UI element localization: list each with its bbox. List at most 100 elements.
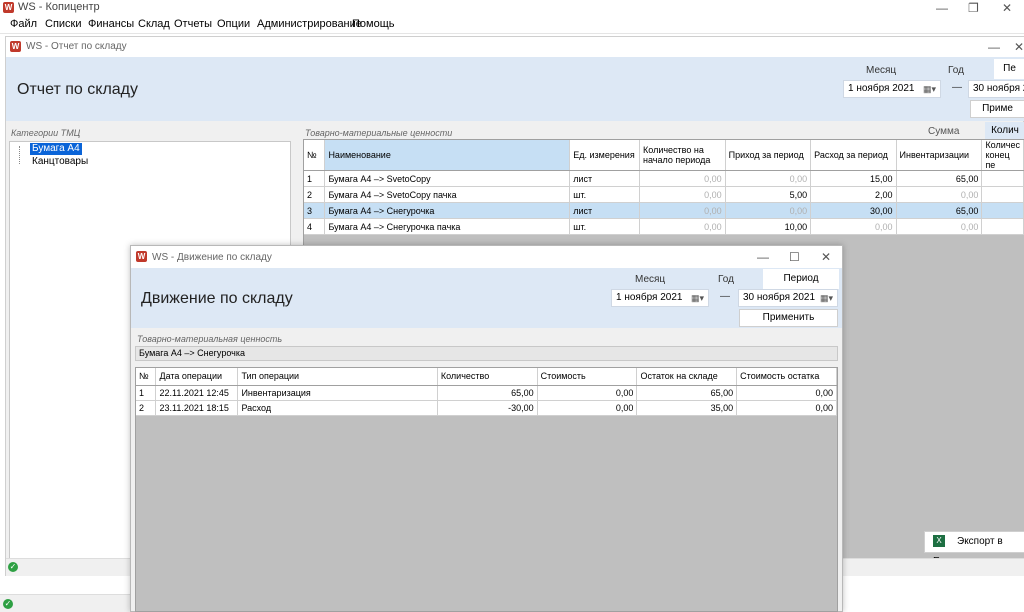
table-row[interactable]: 2 23.11.2021 18:15 Расход -30,00 0,00 35… <box>136 400 837 416</box>
cell-unit: шт. <box>569 186 641 203</box>
item-label: Товарно-материальная ценность <box>137 334 283 344</box>
date-range-dash: — <box>952 82 962 93</box>
movement-header-row: № Дата операции Тип операции Количество … <box>136 368 837 386</box>
table-row[interactable]: 2 Бумага А4 –> SvetoCopy пачка шт. 0,00 … <box>304 186 1024 203</box>
app-title-bar: W WS - Копицентр — ❐ ✕ <box>0 0 1024 16</box>
quantity-tab[interactable]: Колич <box>985 122 1024 140</box>
menu-lists[interactable]: Списки <box>45 18 82 30</box>
movement-year-tab[interactable]: Год <box>718 274 734 285</box>
cell-date: 22.11.2021 12:45 <box>155 385 239 401</box>
app-close-button[interactable]: ✕ <box>1002 1 1012 15</box>
cell-op-type: Расход <box>237 400 438 416</box>
date-to-picker[interactable]: 30 ноября 2 <box>968 80 1024 98</box>
year-tab[interactable]: Год <box>948 65 964 76</box>
col-op-type[interactable]: Тип операции <box>237 368 438 386</box>
cell-qty-end <box>981 218 1024 235</box>
cell-expense: 2,00 <box>810 186 897 203</box>
cell-number: 1 <box>304 170 326 187</box>
cell-expense: 0,00 <box>810 218 897 235</box>
movement-date-from-picker[interactable]: 1 ноября 2021 ▦▾ <box>611 289 709 307</box>
cell-income: 10,00 <box>725 218 812 235</box>
movement-date-to-value: 30 ноября 2021 <box>743 292 816 303</box>
goods-header-row: № Наименование Ед. измерения Количество … <box>304 140 1024 171</box>
movement-month-tab[interactable]: Месяц <box>635 274 665 285</box>
date-from-picker[interactable]: 1 ноября 2021 ▦▾ <box>843 80 941 98</box>
app-logo-icon: W <box>3 2 14 13</box>
cell-quantity: 65,00 <box>437 385 538 401</box>
menu-reports[interactable]: Отчеты <box>174 18 212 30</box>
cell-stock-cost: 0,00 <box>736 385 837 401</box>
cell-cost: 0,00 <box>537 400 638 416</box>
movement-period-tab[interactable]: Период <box>763 269 839 289</box>
cell-number: 3 <box>304 202 326 219</box>
calendar-icon[interactable]: ▦▾ <box>691 293 705 303</box>
menu-file[interactable]: Файл <box>10 18 37 30</box>
cell-number: 1 <box>136 385 157 401</box>
report-close-button[interactable]: ✕ <box>1014 40 1024 54</box>
movement-date-to-picker[interactable]: 30 ноября 2021 ▦▾ <box>738 289 838 307</box>
period-tab[interactable]: Пе <box>994 59 1024 79</box>
cell-qty-end <box>981 186 1024 203</box>
col-number[interactable]: № <box>304 140 326 171</box>
col-income[interactable]: Приход за период <box>725 140 812 171</box>
cell-number: 2 <box>136 400 157 416</box>
menu-warehouse[interactable]: Склад <box>138 18 170 30</box>
menu-administration[interactable]: Администрирование <box>257 18 362 30</box>
col-stock-cost[interactable]: Стоимость остатка <box>736 368 837 386</box>
report-header: Отчет по складу Месяц Год Пе 1 ноября 20… <box>6 57 1024 121</box>
cell-qty-start: 0,00 <box>639 202 726 219</box>
calendar-icon[interactable]: ▦▾ <box>820 293 834 303</box>
movement-date-from-value: 1 ноября 2021 <box>616 292 683 303</box>
cell-qty-start: 0,00 <box>639 218 726 235</box>
movement-table: № Дата операции Тип операции Количество … <box>136 368 837 416</box>
movement-grid[interactable]: № Дата операции Тип операции Количество … <box>135 367 838 612</box>
table-row[interactable]: 4 Бумага А4 –> Снегурочка пачка шт. 0,00… <box>304 218 1024 235</box>
movement-close-button[interactable]: ✕ <box>821 250 831 264</box>
col-date[interactable]: Дата операции <box>155 368 239 386</box>
col-qty-end[interactable]: Количес конец пе <box>981 140 1024 171</box>
cell-expense: 15,00 <box>810 170 897 187</box>
cell-qty-start: 0,00 <box>639 186 726 203</box>
table-row-selected[interactable]: 3 Бумага А4 –> Снегурочка лист 0,00 0,00… <box>304 202 1024 219</box>
cell-inventory: 65,00 <box>896 170 983 187</box>
item-field: Бумага А4 –> Снегурочка <box>135 346 838 361</box>
cell-name: Бумага А4 –> SvetoCopy пачка <box>324 186 571 203</box>
tree-connector <box>19 146 20 164</box>
movement-minimize-button[interactable]: — <box>757 250 769 264</box>
movement-header: Движение по складу Месяц Год Период 1 но… <box>131 268 842 328</box>
month-tab[interactable]: Месяц <box>866 65 896 76</box>
col-cost[interactable]: Стоимость <box>537 368 638 386</box>
col-name[interactable]: Наименование <box>324 140 571 171</box>
menu-options[interactable]: Опции <box>217 18 250 30</box>
menu-finance[interactable]: Финансы <box>88 18 134 30</box>
col-unit[interactable]: Ед. измерения <box>569 140 641 171</box>
report-window-title: WS - Отчет по складу <box>26 41 127 52</box>
export-excel-button[interactable]: XЭкспорт в Exce <box>924 531 1024 567</box>
cell-unit: лист <box>569 202 641 219</box>
cell-stock-cost: 0,00 <box>736 400 837 416</box>
col-quantity[interactable]: Количество <box>437 368 538 386</box>
col-expense[interactable]: Расход за период <box>810 140 897 171</box>
table-row[interactable]: 1 22.11.2021 12:45 Инвентаризация 65,00 … <box>136 385 837 401</box>
cell-name: Бумага А4 –> Снегурочка пачка <box>324 218 571 235</box>
date-to-value: 30 ноября 2 <box>973 83 1024 94</box>
col-inventory[interactable]: Инвентаризации <box>896 140 983 171</box>
calendar-icon[interactable]: ▦▾ <box>923 84 937 94</box>
menu-help[interactable]: Помощь <box>352 18 395 30</box>
movement-window-logo-icon: W <box>136 251 147 262</box>
app-restore-button[interactable]: ❐ <box>968 1 979 15</box>
report-minimize-button[interactable]: — <box>988 40 1000 54</box>
movement-apply-button[interactable]: Применить <box>739 309 838 327</box>
tree-node-stationery[interactable]: Канцтовары <box>30 156 90 168</box>
sum-tab[interactable]: Сумма <box>928 126 959 137</box>
table-row[interactable]: 1 Бумага А4 –> SvetoCopy лист 0,00 0,00 … <box>304 170 1024 187</box>
tree-node-paper[interactable]: Бумага А4 <box>30 143 82 155</box>
movement-maximize-button[interactable]: ☐ <box>789 250 800 264</box>
apply-button[interactable]: Приме <box>970 100 1024 118</box>
col-qty-start[interactable]: Количество на начало периода <box>639 140 726 171</box>
app-minimize-button[interactable]: — <box>936 1 948 15</box>
col-number[interactable]: № <box>136 368 157 386</box>
movement-window-title: WS - Движение по складу <box>152 252 272 263</box>
col-stock[interactable]: Остаток на складе <box>636 368 738 386</box>
cell-qty-end <box>981 170 1024 187</box>
